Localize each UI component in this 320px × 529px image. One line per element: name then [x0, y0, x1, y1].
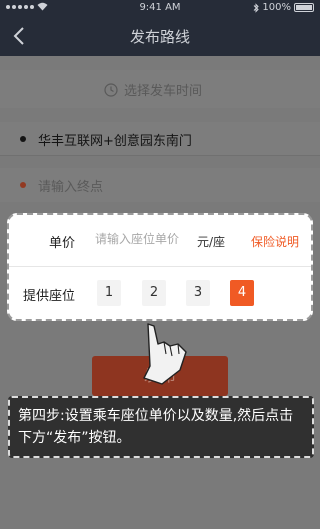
end-location-row[interactable]: 请输入终点 [0, 168, 320, 202]
bluetooth-icon [254, 2, 260, 13]
start-dot-icon [20, 136, 26, 142]
start-location: 华丰互联网+创意园东南门 [38, 134, 192, 149]
price-label: 单价 [49, 236, 76, 251]
pointing-hand-icon [143, 323, 187, 385]
seat-option-3[interactable]: 3 [186, 280, 210, 306]
price-seat-panel: 单价 元/座 保险说明 提供座位 1 2 3 4 [7, 213, 313, 321]
start-location-row[interactable]: 华丰互联网+创意园东南门 [0, 122, 320, 156]
battery-icon [294, 3, 314, 12]
end-location-placeholder: 请输入终点 [38, 180, 104, 195]
seat-option-4[interactable]: 4 [230, 280, 254, 306]
nav-bar: 发布路线 [0, 16, 320, 56]
insurance-info-link[interactable]: 保险说明 [251, 233, 299, 250]
clock-icon [104, 82, 118, 97]
end-dot-icon [20, 182, 26, 188]
departure-time-label: 选择发车时间 [124, 84, 203, 99]
departure-time-selector[interactable]: 选择发车时间 [0, 70, 320, 108]
seat-option-2[interactable]: 2 [142, 280, 166, 306]
seat-label: 提供座位 [23, 289, 76, 304]
seat-option-1[interactable]: 1 [97, 280, 121, 306]
tutorial-instruction: 第四步:设置乘车座位单价以及数量,然后点击下方“发布”按钮。 [8, 396, 314, 458]
price-unit: 元/座 [197, 235, 226, 249]
price-input[interactable] [95, 232, 193, 246]
price-row: 单价 元/座 保险说明 [9, 215, 311, 267]
status-bar: 9:41 AM 100% [0, 0, 320, 16]
page-title: 发布路线 [129, 28, 190, 46]
seat-row: 提供座位 1 2 3 4 [9, 268, 311, 320]
battery-percent: 100% [262, 2, 291, 13]
